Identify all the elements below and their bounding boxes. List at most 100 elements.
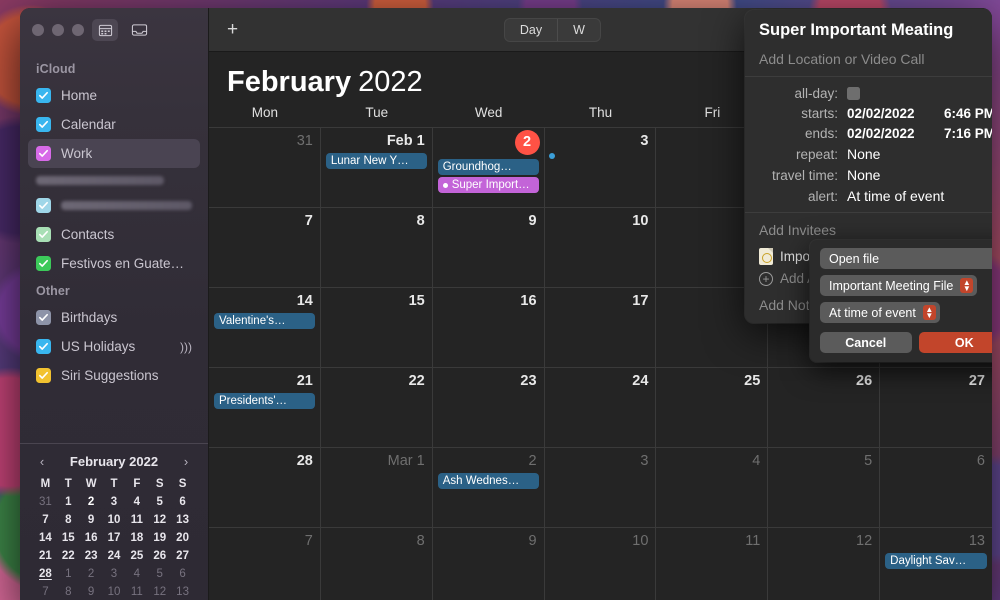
day-cell[interactable]: 8 [321,528,433,600]
mini-day-cell[interactable]: 1 [57,566,80,582]
event-chip[interactable]: Valentine's… [214,313,315,329]
mini-day-cell[interactable]: 9 [80,584,103,600]
day-cell[interactable]: 2 Groundhog… Super Import… [432,128,545,208]
mini-day-cell[interactable]: 24 [103,548,126,564]
repeat-value[interactable]: None [847,146,880,162]
day-cell[interactable]: 25 [656,368,769,448]
day-cell[interactable]: 23 [432,368,545,448]
day-cell[interactable]: 3 [544,448,657,528]
mini-day-cell[interactable]: 8 [57,584,80,600]
day-cell[interactable]: 15 [320,288,433,368]
day-cell[interactable]: 22 [320,368,433,448]
mini-day-cell[interactable]: 2 [80,493,103,511]
mini-day-cell[interactable]: 11 [125,512,148,528]
mini-day-cell[interactable]: 22 [57,548,80,564]
mini-day-cell[interactable]: 25 [125,548,148,564]
mini-day-cell[interactable]: 16 [80,530,103,546]
mini-day-cell[interactable]: 15 [57,530,80,546]
mini-day-cell[interactable]: 9 [80,512,103,528]
mini-day-cell[interactable]: 27 [171,548,194,564]
ok-button[interactable]: OK [918,332,992,353]
day-cell[interactable]: 5 [768,448,881,528]
day-cell[interactable]: 6 [880,448,992,528]
day-cell[interactable]: 24 [544,368,657,448]
mini-day-cell[interactable]: 12 [148,512,171,528]
calendar-sidebar-icon[interactable] [92,19,118,41]
mini-day-cell[interactable]: 10 [103,512,126,528]
mini-day-cell[interactable]: 10 [103,584,126,600]
day-cell[interactable]: 8 [320,208,433,288]
sidebar-item-work[interactable]: Work [28,139,200,168]
mini-day-cell[interactable]: 21 [34,548,57,564]
alert-time-select[interactable]: At time of event ▲ ▼ [820,302,940,323]
calendar-checkbox[interactable] [36,146,51,161]
sidebar-item-calendar[interactable]: Calendar [28,110,200,139]
day-cell[interactable]: 27 [880,368,992,448]
view-tab-day[interactable]: Day [505,18,559,41]
mini-day-cell[interactable]: 3 [103,566,126,582]
sidebar-item-festivos-en-guate[interactable]: Festivos en Guate… [28,249,200,278]
mini-day-cell[interactable]: 14 [34,530,57,546]
event-chip[interactable]: Presidents'… [214,393,315,409]
day-cell[interactable]: 17 [544,288,657,368]
mini-day-cell[interactable]: 31 [34,494,57,510]
starts-date-field[interactable]: 02/02/2022 [847,106,944,121]
travel-time-value[interactable]: None [847,167,880,183]
mini-day-cell[interactable]: 5 [148,494,171,510]
mini-day-cell[interactable]: 13 [171,512,194,528]
sidebar-item-redacted[interactable] [28,191,200,220]
invitees-input[interactable]: Add Invitees [759,222,992,238]
mini-day-cell[interactable]: 4 [125,566,148,582]
sidebar-item-contacts[interactable]: Contacts [28,220,200,249]
day-cell[interactable]: 14 Valentine's… [209,288,321,368]
calendar-checkbox[interactable] [36,88,51,103]
add-event-button[interactable]: + [221,18,244,41]
location-input[interactable]: Add Location or Video Call [759,51,992,67]
mini-day-cell[interactable]: 5 [148,566,171,582]
sidebar-item-home[interactable]: Home [28,81,200,110]
starts-time-field[interactable]: 6:46 PM [944,106,992,121]
minimize-button[interactable] [52,24,64,36]
day-cell[interactable]: 11 [656,528,769,600]
calendar-checkbox[interactable] [36,227,51,242]
day-cell[interactable]: 31 [209,128,321,208]
ends-time-field[interactable]: 7:16 PM [944,126,992,141]
day-cell[interactable]: 26 [768,368,881,448]
sidebar-item-birthdays[interactable]: Birthdays [28,303,200,332]
day-cell[interactable]: 13 Daylight Sav… [880,528,992,600]
action-select[interactable]: Open file ▲▼ [820,248,992,269]
calendar-checkbox[interactable] [36,256,51,271]
mini-day-cell[interactable]: 18 [125,530,148,546]
mini-day-cell[interactable]: 20 [171,530,194,546]
mini-day-cell[interactable]: 26 [148,548,171,564]
day-cell[interactable]: 28 [209,448,321,528]
event-chip[interactable]: Daylight Sav… [885,553,987,569]
calendar-checkbox[interactable] [36,117,51,132]
day-cell[interactable]: 16 [432,288,545,368]
mini-day-cell[interactable]: 6 [171,566,194,582]
event-chip[interactable]: Lunar New Y… [325,153,427,169]
calendar-checkbox[interactable] [36,198,51,213]
mini-day-cell[interactable]: 23 [80,548,103,564]
day-cell[interactable]: Feb 1 Lunar New Y… [320,128,433,208]
mini-day-cell[interactable]: 4 [125,494,148,510]
mini-day-cell[interactable]: 13 [171,584,194,600]
day-cell[interactable]: 2 Ash Wednes… [432,448,545,528]
mini-day-cell[interactable]: 19 [148,530,171,546]
mini-prev-month-icon[interactable]: ‹ [34,454,50,469]
mini-day-cell[interactable]: 2 [80,566,103,582]
day-cell[interactable]: 7 [209,528,321,600]
calendar-checkbox[interactable] [36,368,51,383]
day-cell[interactable]: 10 [545,528,657,600]
mini-day-cell[interactable]: 28 [34,566,57,582]
inbox-icon[interactable] [126,19,152,41]
calendar-checkbox[interactable] [36,310,51,325]
day-cell[interactable]: 3 [544,128,657,208]
mini-day-cell[interactable]: 8 [57,512,80,528]
close-button[interactable] [32,24,44,36]
day-cell[interactable]: 12 [768,528,881,600]
mini-day-cell[interactable]: 12 [148,584,171,600]
cancel-button[interactable]: Cancel [820,332,912,353]
sidebar-item-siri-suggestions[interactable]: Siri Suggestions [28,361,200,390]
day-cell[interactable]: 21 Presidents'… [209,368,321,448]
